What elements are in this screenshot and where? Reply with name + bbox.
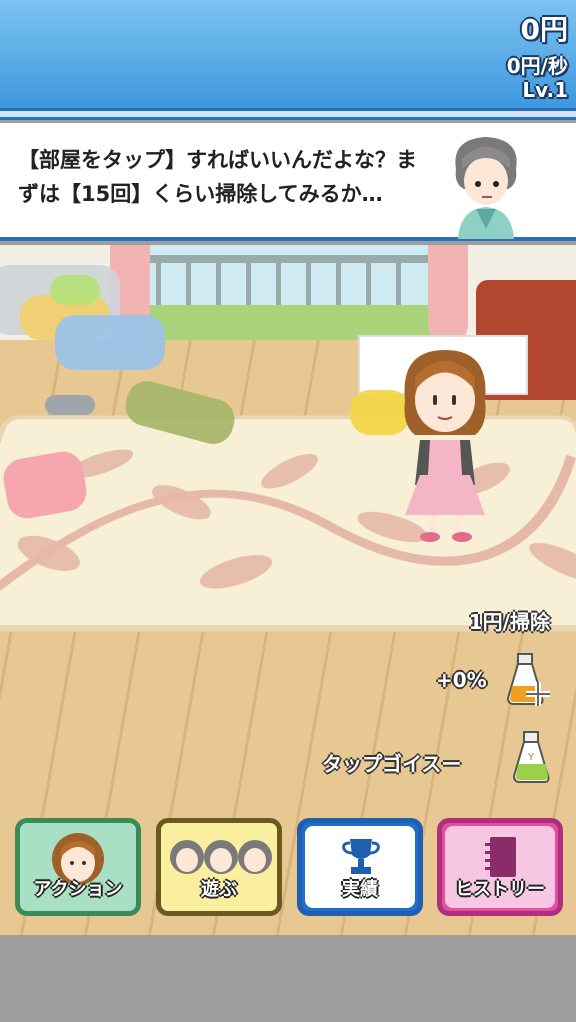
dialog-box[interactable]: 【部屋をタップ】すればいいんだよな？まずは【15回】くらい掃除してみるか… [0, 123, 576, 241]
action-label: アクション [33, 879, 123, 900]
tap-upgrade-label: タップゴイスー [322, 752, 462, 776]
potion-plus-icon[interactable] [504, 652, 552, 708]
income-rate: 0円/秒 [506, 54, 568, 78]
potion-icon[interactable]: Y [508, 730, 556, 786]
clothes-item[interactable] [45, 395, 95, 415]
play-label: 遊ぶ [201, 879, 237, 900]
bottom-ad-area [0, 935, 576, 1022]
level-indicator: Lv.1 [522, 78, 568, 102]
svg-text:Y: Y [527, 752, 535, 763]
money-counter: 0円 [520, 13, 568, 46]
earn-per-clean: 1円/掃除 [468, 610, 550, 634]
dialog-text: 【部屋をタップ】すればいいんだよな？まずは【15回】くらい掃除してみるか… [18, 148, 417, 206]
balcony-railing-icon [146, 255, 434, 340]
history-button[interactable]: ヒストリー [437, 818, 563, 916]
clothes-item[interactable] [50, 275, 100, 305]
boy-faces-icon [170, 840, 272, 874]
game-screen: 0円 0円/秒 Lv.1 【部屋をタップ】すればいいんだよな？まずは【15回】く… [0, 0, 576, 1022]
action-button[interactable]: アクション [15, 818, 141, 916]
history-label: ヒストリー [455, 879, 545, 900]
achievements-button[interactable]: 実績 [297, 818, 423, 916]
girl-character-icon[interactable] [390, 345, 500, 545]
bonus-percent: +0% [436, 668, 487, 692]
clothes-item[interactable] [55, 315, 165, 370]
header-divider [0, 108, 576, 120]
boy-portrait-icon [455, 137, 517, 239]
trophy-icon [342, 839, 380, 874]
achievements-label: 実績 [342, 879, 378, 900]
room-window [140, 245, 440, 340]
header-bar: 0円 0円/秒 Lv.1 [0, 0, 576, 108]
curtain-right [428, 245, 468, 345]
notebook-icon [485, 837, 516, 877]
play-button[interactable]: 遊ぶ [156, 818, 282, 916]
